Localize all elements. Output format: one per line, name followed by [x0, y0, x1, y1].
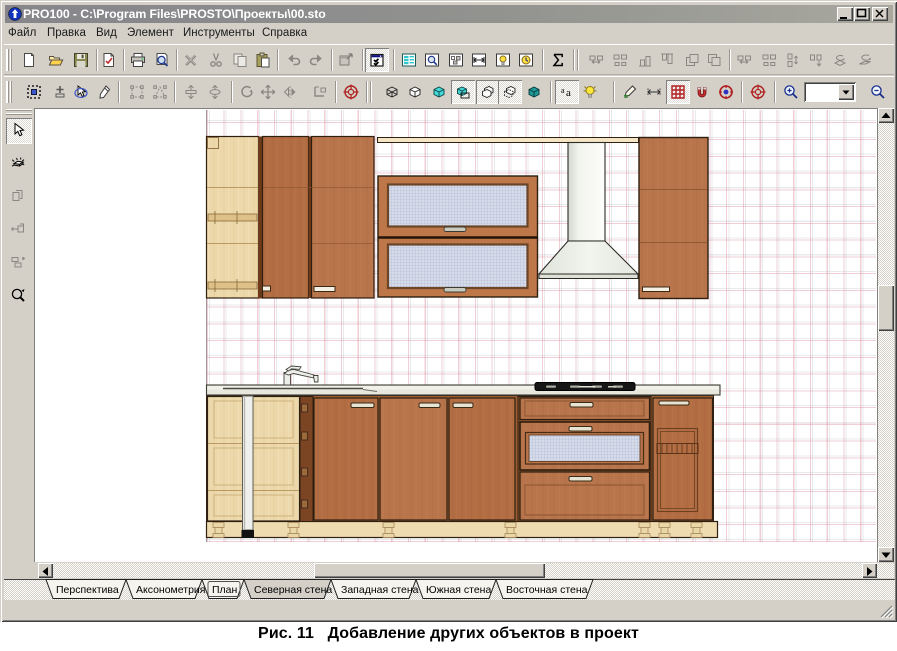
svg-text:План: План	[212, 584, 238, 596]
svg-text:a: a	[561, 86, 565, 95]
svg-text:Северная стена: Северная стена	[254, 584, 332, 596]
svg-text:Восточная стена: Восточная стена	[506, 584, 588, 596]
svg-text:a: a	[566, 87, 571, 99]
svg-text:Южная стена: Южная стена	[426, 584, 491, 596]
svg-text:Аксонометрия: Аксонометрия	[136, 584, 205, 596]
svg-text:Западная стена: Западная стена	[341, 584, 419, 596]
svg-text:Перспектива: Перспектива	[56, 584, 119, 596]
